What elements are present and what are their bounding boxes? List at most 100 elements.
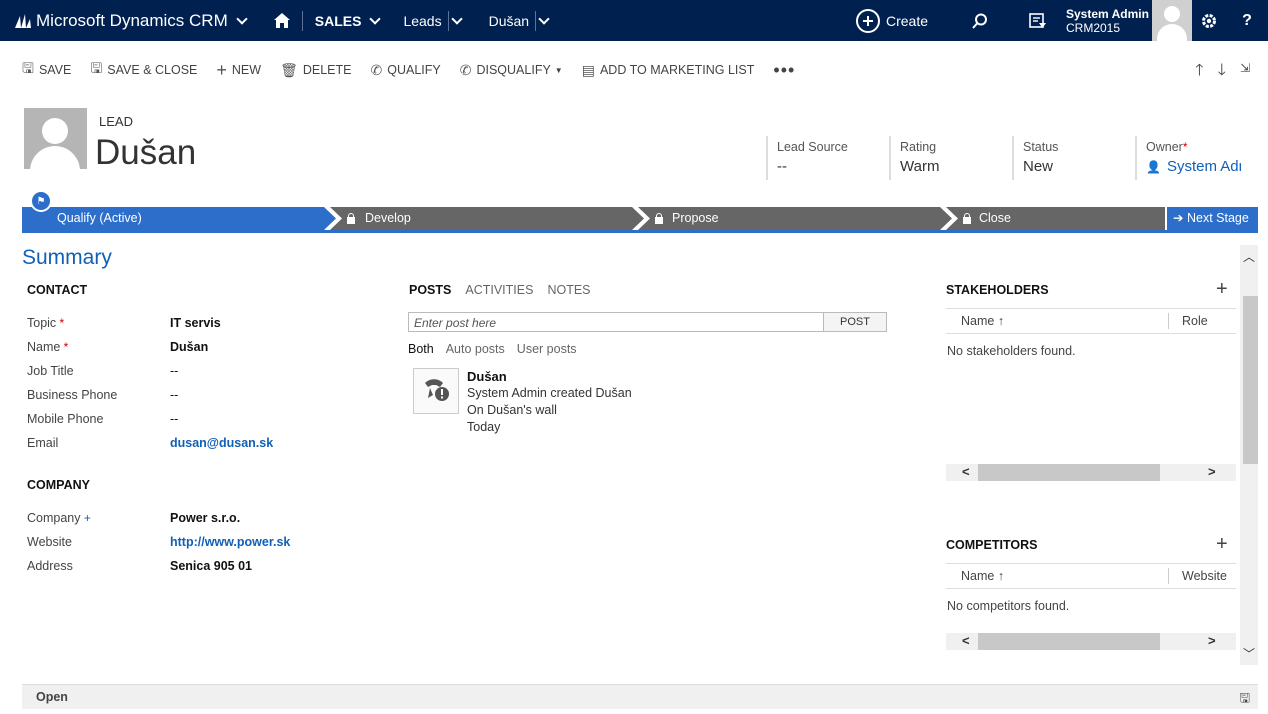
process-flag-icon[interactable]: ⚑ bbox=[30, 190, 52, 212]
search-button[interactable] bbox=[958, 0, 1002, 41]
section-title-stakeholders: STAKEHOLDERS bbox=[946, 283, 1049, 297]
field-email[interactable]: Email dusan@dusan.sk bbox=[27, 436, 387, 460]
add-to-marketing-list-button[interactable]: ▤ ADD TO MARKETING LIST bbox=[582, 62, 755, 79]
stage-close[interactable]: Close bbox=[963, 207, 1011, 230]
field-label: Topic * bbox=[27, 316, 64, 330]
scroll-right-icon[interactable]: > bbox=[1208, 464, 1216, 479]
field-label: Company + bbox=[27, 511, 91, 525]
scroll-left-icon[interactable]: < bbox=[962, 464, 970, 479]
header-field-rating[interactable]: Rating Warm bbox=[889, 136, 1001, 180]
nav-record-dropdown[interactable] bbox=[536, 0, 552, 41]
app-brand[interactable]: Microsoft Dynamics CRM bbox=[0, 0, 248, 41]
field-job-title[interactable]: Job Title -- bbox=[27, 364, 387, 388]
new-button[interactable]: + NEW bbox=[216, 60, 261, 81]
header-field-lead-source[interactable]: Lead Source -- bbox=[766, 136, 878, 180]
scroll-right-icon[interactable]: > bbox=[1208, 633, 1216, 648]
header-field-value[interactable]: System Admin bbox=[1167, 158, 1241, 175]
settings-button[interactable] bbox=[1192, 0, 1226, 41]
header-field-status[interactable]: Status New bbox=[1012, 136, 1124, 180]
phone-alert-icon bbox=[425, 379, 449, 401]
avatar-head bbox=[1164, 6, 1180, 22]
field-mobile-phone[interactable]: Mobile Phone -- bbox=[27, 412, 387, 436]
post-author[interactable]: Dušan bbox=[467, 368, 632, 385]
field-address[interactable]: Address Senica 905 01 bbox=[27, 559, 387, 583]
nav-record-label: Dušan bbox=[488, 12, 530, 29]
scroll-thumb[interactable] bbox=[978, 464, 1160, 481]
field-company[interactable]: Company + Power s.r.o. bbox=[27, 511, 387, 535]
field-website[interactable]: Website http://www.power.sk bbox=[27, 535, 387, 559]
caret-down-icon: ▼ bbox=[554, 65, 563, 75]
process-stage-arrows bbox=[22, 207, 1165, 230]
footer-save-icon[interactable]: 🖫 bbox=[1239, 689, 1250, 710]
filter-user-posts[interactable]: User posts bbox=[517, 342, 577, 356]
popout-icon[interactable]: ⇲ bbox=[1240, 61, 1250, 86]
next-record-arrow-icon[interactable]: 🡓 bbox=[1218, 59, 1226, 86]
save-close-button[interactable]: 🖫 SAVE & CLOSE bbox=[90, 58, 197, 82]
stage-develop[interactable]: Develop bbox=[347, 207, 411, 230]
create-button[interactable]: Create bbox=[855, 8, 928, 33]
column-separator bbox=[1168, 568, 1169, 584]
qualify-button[interactable]: ✆ QUALIFY bbox=[371, 62, 441, 79]
add-competitor-plus-icon[interactable]: + bbox=[1216, 533, 1228, 556]
disqualify-button[interactable]: ✆ DISQUALIFY ▼ bbox=[460, 62, 563, 79]
arrow-right-icon: ➔ bbox=[1173, 211, 1184, 225]
lock-icon bbox=[963, 213, 971, 224]
user-name: System Admin bbox=[1066, 6, 1149, 21]
nav-area-sales[interactable]: SALES bbox=[303, 0, 392, 41]
help-button[interactable]: ? bbox=[1226, 0, 1268, 41]
filter-auto-posts[interactable]: Auto posts bbox=[446, 342, 505, 356]
delete-button[interactable]: 🗑 DELETE bbox=[280, 62, 351, 79]
nav-entity-dropdown[interactable] bbox=[449, 0, 473, 41]
post-text: System Admin created Dušan bbox=[467, 386, 632, 400]
email-link[interactable]: dusan@dusan.sk bbox=[170, 436, 273, 450]
scroll-thumb[interactable] bbox=[978, 633, 1160, 650]
nav-entity-leads[interactable]: Leads bbox=[391, 0, 447, 41]
nav-record[interactable]: Dušan bbox=[473, 0, 535, 41]
form-vscrollbar[interactable]: ︿ ﹀ bbox=[1240, 245, 1258, 665]
top-nav-bar: Microsoft Dynamics CRM SALES Leads Dušan… bbox=[0, 0, 1268, 41]
command-bar: 🖫 SAVE 🖫 SAVE & CLOSE + NEW 🗑 DELETE ✆ Q… bbox=[0, 41, 1268, 99]
owner-value-row: 👤 System Admin bbox=[1146, 158, 1245, 175]
column-header-website[interactable]: Website bbox=[1182, 569, 1227, 583]
post-time: Today bbox=[467, 420, 501, 434]
competitors-grid-header: Name ↑ Website bbox=[946, 563, 1236, 589]
post-button[interactable]: POST bbox=[823, 312, 887, 332]
next-stage-button[interactable]: ➔ Next Stage bbox=[1167, 207, 1258, 230]
user-info[interactable]: System Admin CRM2015 bbox=[1060, 7, 1152, 35]
filter-both[interactable]: Both bbox=[408, 342, 434, 356]
tab-notes[interactable]: NOTES bbox=[547, 283, 590, 297]
gear-icon bbox=[1202, 13, 1216, 28]
scroll-left-icon[interactable]: < bbox=[962, 633, 970, 648]
tab-posts[interactable]: POSTS bbox=[409, 283, 451, 297]
add-stakeholder-plus-icon[interactable]: + bbox=[1216, 278, 1228, 301]
column-header-name[interactable]: Name ↑ bbox=[961, 569, 1004, 583]
field-topic[interactable]: Topic * IT servis bbox=[27, 316, 387, 340]
header-field-owner[interactable]: Owner* 👤 System Admin bbox=[1135, 136, 1245, 180]
website-link[interactable]: http://www.power.sk bbox=[170, 535, 290, 549]
post-avatar bbox=[413, 368, 459, 414]
more-commands-button[interactable]: ••• bbox=[773, 60, 795, 81]
scroll-down-icon[interactable]: ﹀ bbox=[1243, 645, 1255, 662]
post-input[interactable]: Enter post here bbox=[408, 312, 824, 332]
competitors-empty-message: No competitors found. bbox=[947, 599, 1070, 613]
tab-activities[interactable]: ACTIVITIES bbox=[465, 283, 533, 297]
field-business-phone[interactable]: Business Phone -- bbox=[27, 388, 387, 412]
scroll-thumb[interactable] bbox=[1243, 296, 1258, 464]
stakeholders-hscrollbar[interactable]: < > bbox=[946, 464, 1236, 481]
field-name[interactable]: Name * Dušan bbox=[27, 340, 387, 364]
scroll-up-icon[interactable]: ︿ bbox=[1243, 248, 1255, 265]
column-header-role[interactable]: Role bbox=[1182, 314, 1208, 328]
previous-record-arrow-icon[interactable]: 🡑 bbox=[1195, 59, 1203, 86]
home-button[interactable] bbox=[246, 0, 302, 41]
header-field-label: Lead Source bbox=[777, 140, 848, 154]
user-avatar[interactable] bbox=[1152, 0, 1192, 41]
competitors-hscrollbar[interactable]: < > bbox=[946, 633, 1236, 650]
save-label: SAVE bbox=[38, 63, 72, 77]
save-button[interactable]: 🖫 SAVE bbox=[22, 58, 71, 82]
record-photo[interactable] bbox=[24, 108, 87, 169]
advanced-find-button[interactable] bbox=[1016, 0, 1060, 41]
stage-qualify[interactable]: Qualify (Active) bbox=[22, 207, 142, 230]
column-header-name[interactable]: Name ↑ bbox=[961, 314, 1004, 328]
ellipsis-icon: ••• bbox=[773, 59, 796, 80]
stage-propose[interactable]: Propose bbox=[655, 207, 719, 230]
